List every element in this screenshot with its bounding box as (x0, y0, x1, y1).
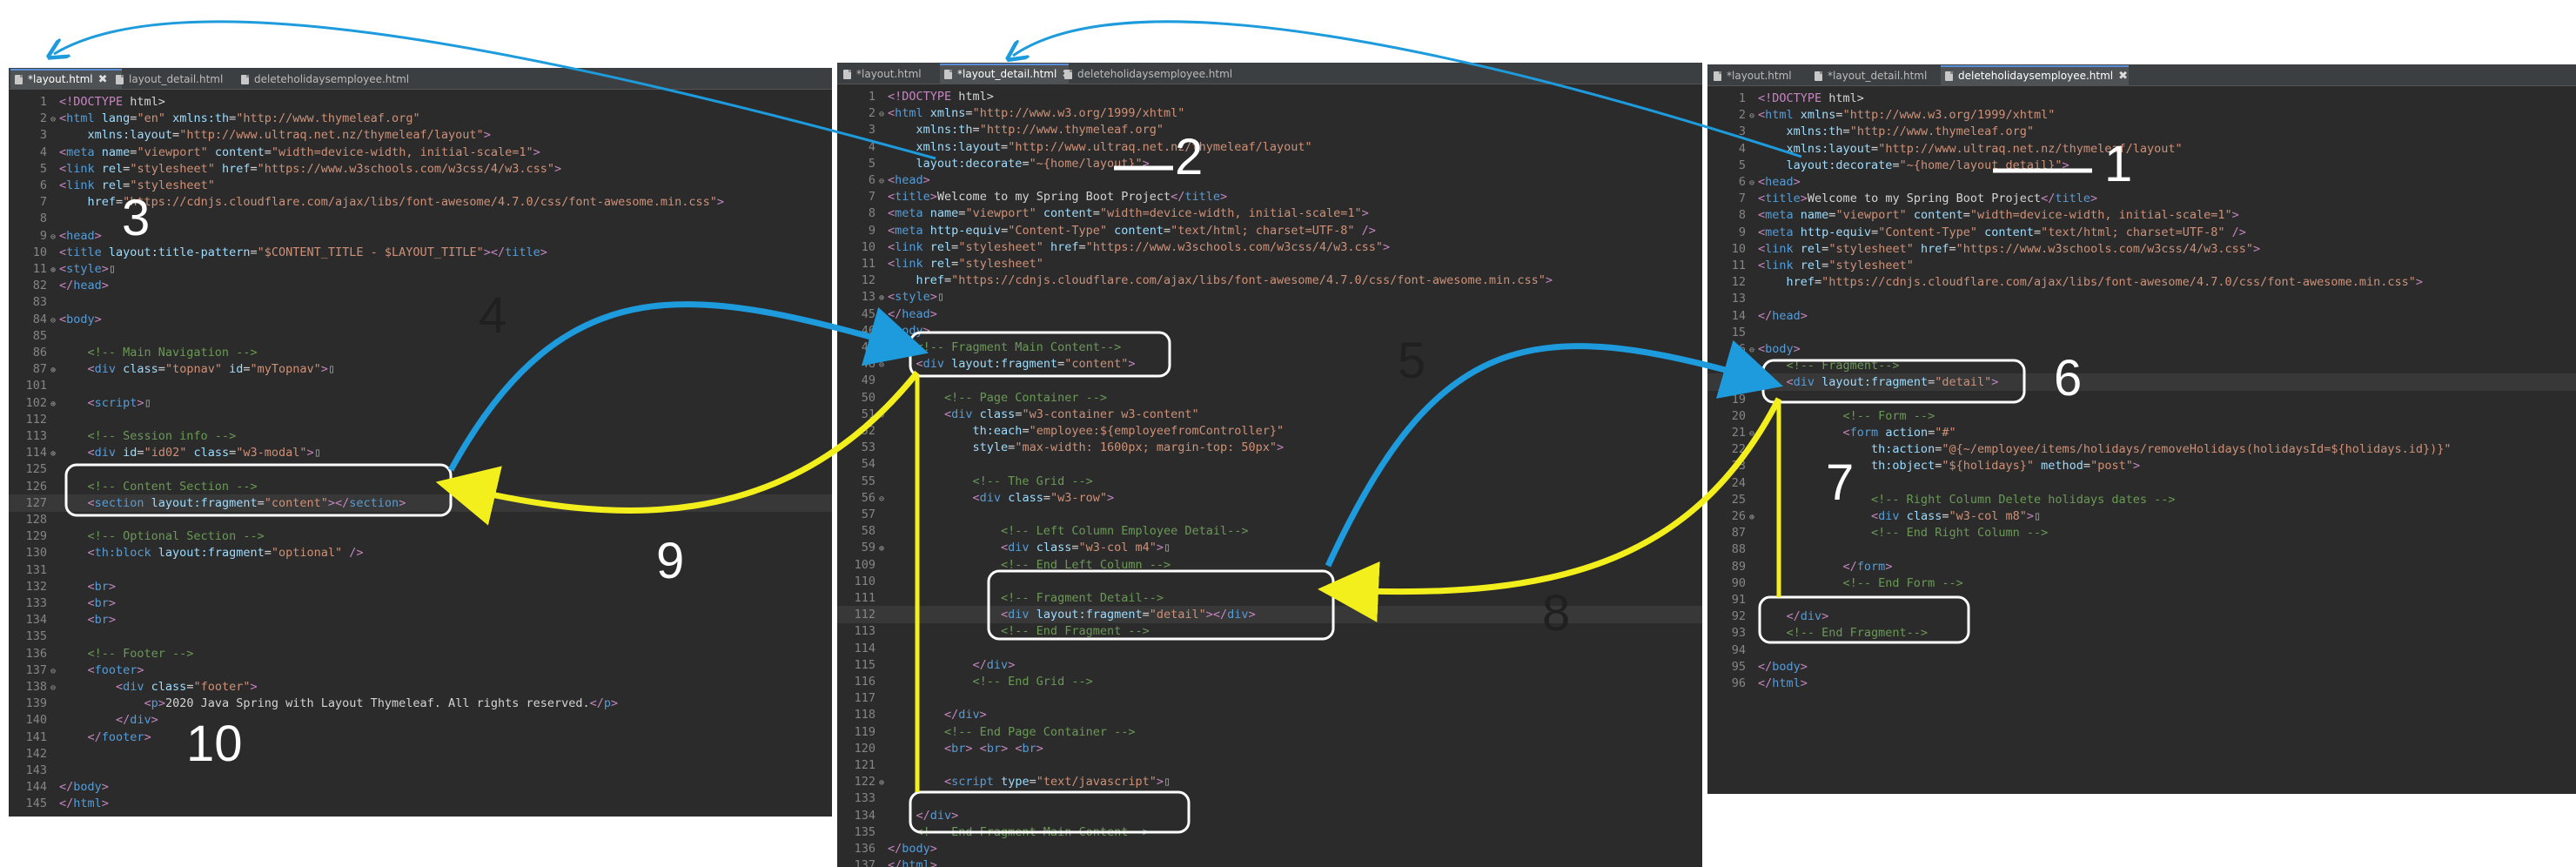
annotation-label-3: 3 (122, 190, 151, 246)
annotation-label-9: 9 (656, 533, 685, 589)
annotation-label-7: 7 (1826, 454, 1855, 511)
annotation-label-2: 2 (1175, 129, 1204, 185)
arrow-5 (1325, 339, 1783, 568)
box-div-fragment-content (909, 331, 1171, 378)
annotation-label-5: 5 (1398, 333, 1426, 389)
box-section-content (64, 463, 453, 517)
annotation-label-6: 6 (2054, 350, 2083, 407)
annotation-label-1: 1 (2104, 136, 2133, 192)
box-end-content (909, 790, 1191, 834)
decorate-arrow-layout (54, 20, 936, 160)
annotation-overlay (0, 20, 2092, 834)
box-end-detail (1758, 595, 1970, 644)
annotation-label-10: 10 (186, 716, 243, 772)
annotation-label-8: 8 (1542, 585, 1571, 642)
box-div-detail (1761, 359, 2026, 404)
arrow-9 (435, 370, 920, 526)
decorate-arrow-layout-detail (1013, 20, 1802, 158)
annotation-label-4: 4 (479, 287, 507, 344)
box-div-fragment-detail (987, 569, 1335, 641)
